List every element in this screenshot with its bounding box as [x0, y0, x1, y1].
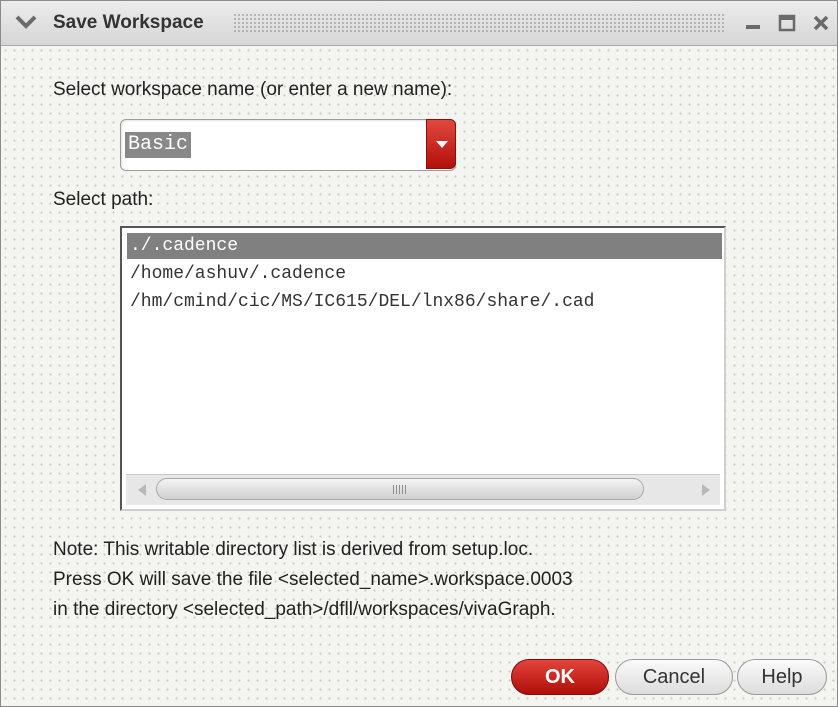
path-list-item[interactable]: /hm/cmind/cic/MS/IC615/DEL/lnx86/share/.…: [127, 289, 722, 315]
workspace-name-label: Select workspace name (or enter a new na…: [53, 79, 453, 100]
window-menu-chevron-icon[interactable]: [15, 12, 39, 32]
path-list-item[interactable]: ./.cadence: [127, 233, 722, 259]
title-bar[interactable]: Save Workspace: [1, 1, 837, 46]
note-line-2: Press OK will save the file <selected_na…: [53, 569, 573, 590]
horizontal-scrollbar[interactable]: [126, 474, 720, 505]
window-title: Save Workspace: [53, 12, 204, 33]
help-button[interactable]: Help: [737, 659, 827, 695]
path-label: Select path:: [53, 189, 154, 210]
ok-button[interactable]: OK: [511, 659, 609, 695]
note-line-3: in the directory <selected_path>/dfll/wo…: [53, 599, 556, 620]
dropdown-arrow-icon[interactable]: [426, 119, 456, 169]
path-listbox[interactable]: ./.cadence /home/ashuv/.cadence /hm/cmin…: [120, 226, 726, 511]
workspace-name-input[interactable]: Basic: [125, 132, 192, 158]
scrollbar-thumb[interactable]: [156, 478, 644, 500]
path-list-item[interactable]: /home/ashuv/.cadence: [127, 261, 722, 287]
grip-icon: [393, 485, 407, 494]
maximize-icon[interactable]: [777, 13, 797, 33]
minimize-icon[interactable]: [743, 13, 763, 33]
save-workspace-dialog: Save Workspace Select workspace name (or…: [0, 0, 838, 707]
close-icon[interactable]: [811, 13, 831, 33]
title-bar-grip: [233, 13, 725, 33]
scroll-left-icon[interactable]: [138, 484, 146, 496]
scroll-right-icon[interactable]: [702, 484, 710, 496]
note-line-1: Note: This writable directory list is de…: [53, 539, 534, 560]
workspace-name-combobox[interactable]: Basic: [120, 119, 456, 171]
cancel-button[interactable]: Cancel: [615, 659, 733, 695]
